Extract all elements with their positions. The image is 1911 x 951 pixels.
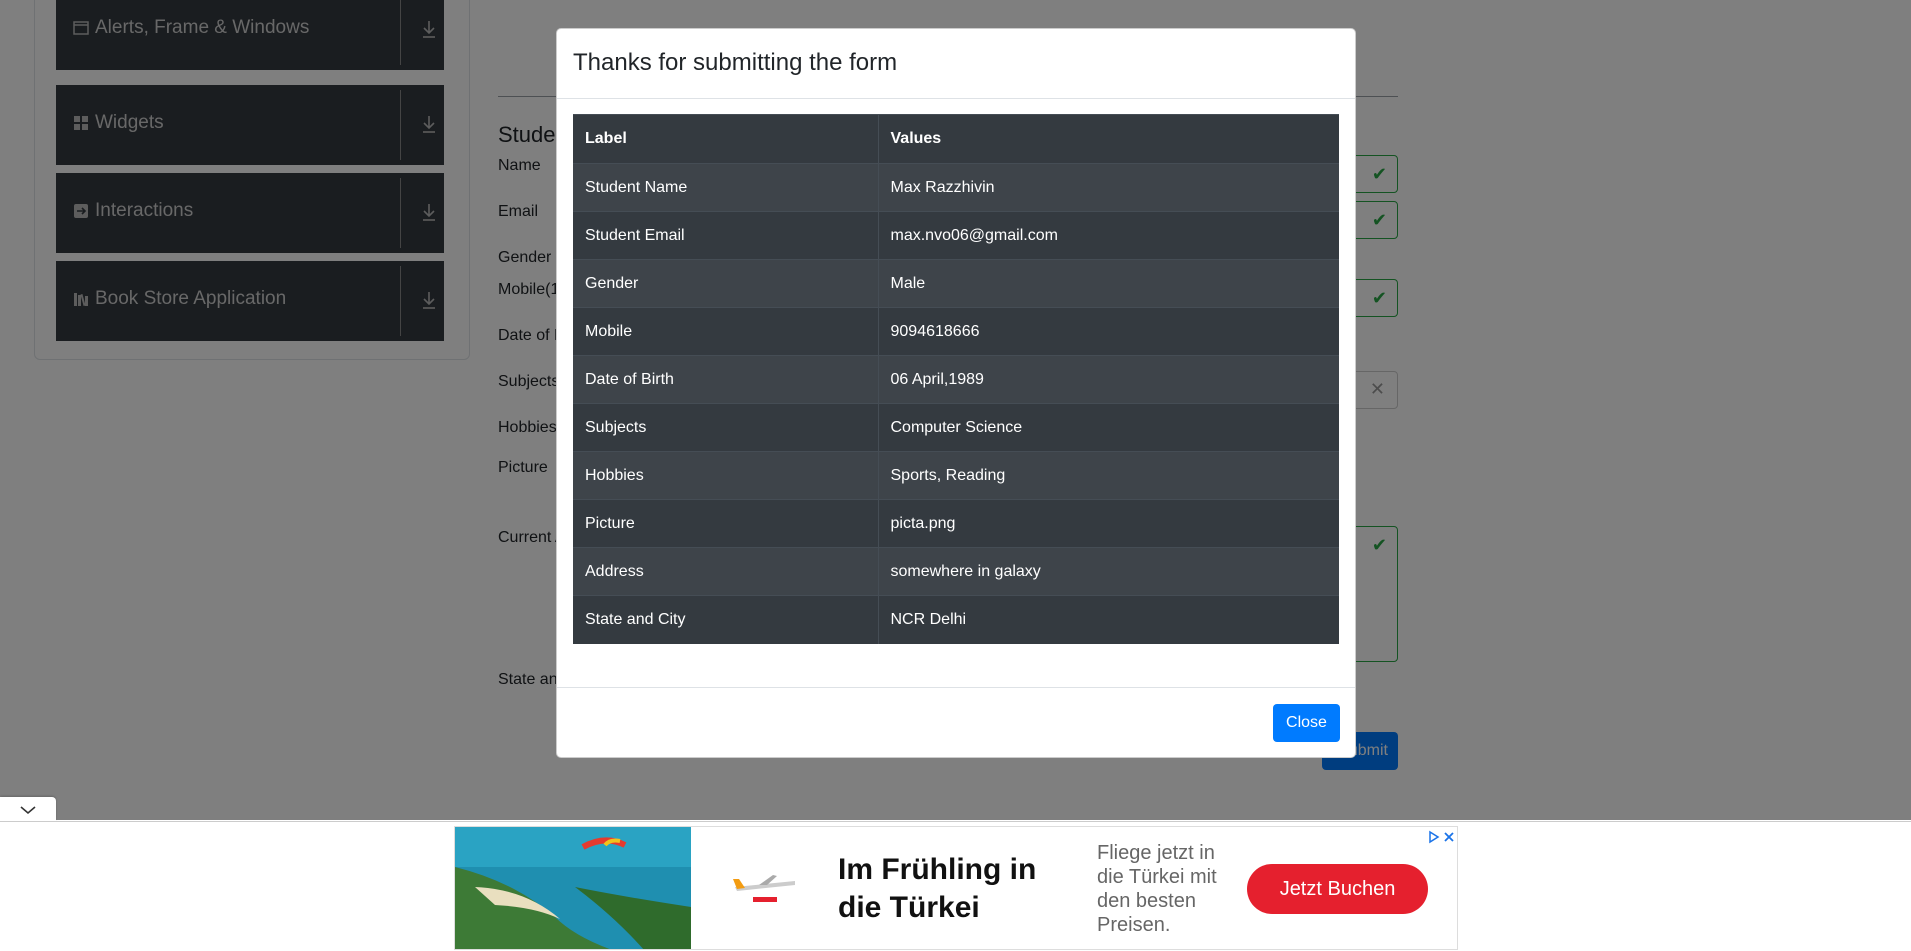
table-row: Picture picta.png bbox=[573, 499, 1339, 548]
row-label: Student Email bbox=[573, 211, 879, 260]
row-value: 06 April,1989 bbox=[878, 355, 1339, 404]
table-row: Address somewhere in galaxy bbox=[573, 547, 1339, 596]
row-label: Student Name bbox=[573, 163, 879, 212]
advertisement[interactable]: Im Frühling in die Türkei Fliege jetzt i… bbox=[454, 826, 1458, 950]
table-row: Student Name Max Razzhivin bbox=[573, 163, 1339, 212]
values-column-header: Values bbox=[878, 114, 1339, 164]
ad-collapse-toggle[interactable] bbox=[0, 797, 56, 821]
row-label: State and City bbox=[573, 595, 879, 644]
ad-description: Fliege jetzt in die Türkei mit den beste… bbox=[1097, 842, 1217, 936]
row-value: picta.png bbox=[878, 499, 1339, 548]
adchoices-icon[interactable] bbox=[1427, 829, 1457, 845]
row-value: NCR Delhi bbox=[878, 595, 1339, 644]
row-label: Hobbies bbox=[573, 451, 879, 500]
table-row: Student Email max.nvo06@gmail.com bbox=[573, 211, 1339, 260]
ad-cta-button[interactable]: Jetzt Buchen bbox=[1247, 864, 1428, 914]
row-value: 9094618666 bbox=[878, 307, 1339, 356]
label-column-header: Label bbox=[573, 114, 879, 164]
row-label: Mobile bbox=[573, 307, 879, 356]
modal-footer-divider bbox=[557, 687, 1355, 688]
row-value: Sports, Reading bbox=[878, 451, 1339, 500]
row-value: Male bbox=[878, 259, 1339, 308]
modal-title: Thanks for submitting the form bbox=[573, 49, 898, 76]
row-value: Computer Science bbox=[878, 403, 1339, 452]
row-label: Date of Birth bbox=[573, 355, 879, 404]
table-header-row: Label Values bbox=[573, 114, 1339, 164]
table-row: Mobile 9094618666 bbox=[573, 307, 1339, 356]
row-label: Subjects bbox=[573, 403, 879, 452]
table-row: Gender Male bbox=[573, 259, 1339, 308]
chevron-down-icon bbox=[20, 806, 36, 815]
row-label: Gender bbox=[573, 259, 879, 308]
results-table: Label Values Student Name Max Razzhivin S… bbox=[573, 114, 1339, 644]
pegasus-airline-logo bbox=[733, 875, 795, 902]
row-label: Picture bbox=[573, 499, 879, 548]
row-value: Max Razzhivin bbox=[878, 163, 1339, 212]
ad-headline: Im Frühling in die Türkei bbox=[838, 853, 1037, 924]
row-label: Address bbox=[573, 547, 879, 596]
table-row: Hobbies Sports, Reading bbox=[573, 451, 1339, 500]
ad-beach-image bbox=[455, 827, 691, 949]
row-value: somewhere in galaxy bbox=[878, 547, 1339, 596]
table-row: Subjects Computer Science bbox=[573, 403, 1339, 452]
row-value: max.nvo06@gmail.com bbox=[878, 211, 1339, 260]
close-button[interactable]: Close bbox=[1273, 704, 1340, 742]
modal-header: Thanks for submitting the form bbox=[557, 29, 1355, 99]
table-row: State and City NCR Delhi bbox=[573, 595, 1339, 644]
submission-modal: Thanks for submitting the form Label Val… bbox=[556, 28, 1356, 758]
table-row: Date of Birth 06 April,1989 bbox=[573, 355, 1339, 404]
